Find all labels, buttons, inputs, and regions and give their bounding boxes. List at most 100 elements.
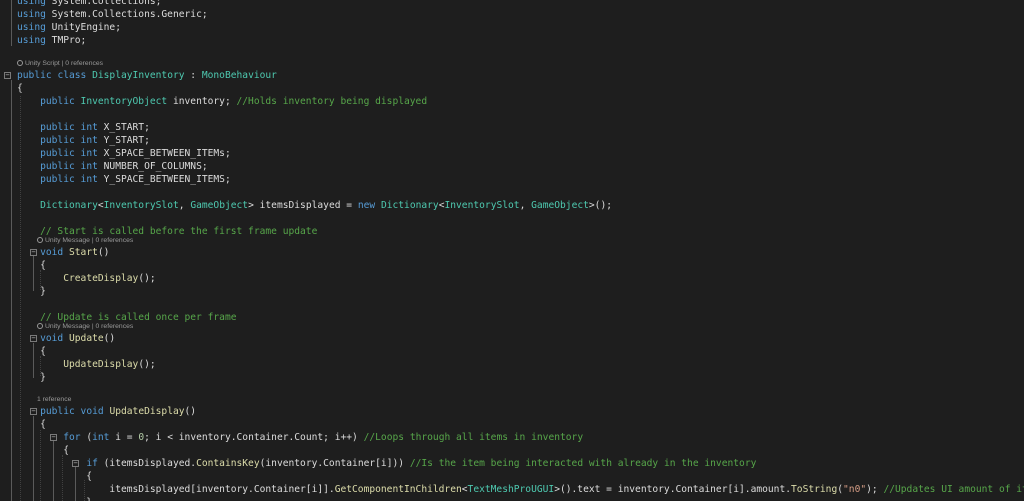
code-token: () bbox=[103, 333, 116, 344]
code-token: System.Collections; bbox=[45, 0, 162, 7]
code-token: void bbox=[40, 333, 64, 344]
code-token: public bbox=[40, 406, 75, 417]
code-line[interactable]: public int X_SPACE_BETWEEN_ITEMs; bbox=[17, 147, 231, 160]
codelens-text: Unity Message | 0 references bbox=[45, 237, 134, 244]
code-token: ( bbox=[80, 432, 93, 443]
code-token: public bbox=[40, 174, 75, 185]
code-token: } bbox=[17, 372, 46, 383]
code-token: ToString bbox=[791, 484, 838, 495]
code-token: ; i < inventory.Container.Count; i++) bbox=[144, 432, 364, 443]
indent-guide bbox=[20, 96, 21, 501]
code-token: TMPro; bbox=[45, 35, 87, 46]
indent-guide bbox=[40, 356, 41, 376]
code-line[interactable]: public void UpdateDisplay() bbox=[17, 405, 196, 418]
outline-line bbox=[33, 416, 34, 501]
code-line[interactable]: using TMPro; bbox=[17, 34, 86, 47]
code-token: GameObject bbox=[190, 200, 249, 211]
outline-line bbox=[53, 441, 54, 501]
code-token: for bbox=[63, 432, 81, 443]
code-line[interactable]: } bbox=[17, 371, 46, 384]
codelens-annotation[interactable]: 1 reference bbox=[37, 395, 71, 405]
code-token: //Is the item being interacted with alre… bbox=[409, 458, 757, 469]
code-token: (inventory.Container[i])) bbox=[259, 458, 410, 469]
code-token: > itemsDisplayed = bbox=[248, 200, 358, 211]
collapse-icon[interactable]: − bbox=[30, 335, 37, 342]
code-token: public bbox=[40, 161, 75, 172]
code-line[interactable]: CreateDisplay(); bbox=[17, 272, 155, 285]
codelens-annotation[interactable]: Unity Script | 0 references bbox=[17, 59, 103, 69]
code-token: (itemsDisplayed. bbox=[97, 458, 197, 469]
code-line[interactable]: using System.Collections.Generic; bbox=[17, 8, 208, 21]
code-line[interactable]: public class DisplayInventory : MonoBeha… bbox=[17, 69, 277, 82]
code-token: , bbox=[519, 200, 532, 211]
code-token: Dictionary bbox=[40, 200, 98, 211]
code-line[interactable]: using System.Collections; bbox=[17, 0, 161, 8]
code-token: DisplayInventory bbox=[92, 70, 185, 81]
code-token: (); bbox=[138, 359, 156, 370]
code-line[interactable]: Dictionary<InventorySlot, GameObject> it… bbox=[17, 199, 612, 212]
code-line[interactable]: public int NUMBER_OF_COLUMNS; bbox=[17, 160, 208, 173]
code-line[interactable]: { bbox=[17, 259, 46, 272]
code-token: CreateDisplay bbox=[63, 273, 139, 284]
code-token: { bbox=[17, 471, 93, 482]
code-token: int bbox=[80, 122, 98, 133]
code-token: Y_START; bbox=[97, 135, 150, 146]
code-token: { bbox=[17, 260, 46, 271]
code-token: } bbox=[17, 286, 46, 297]
code-token: //Loops through all items in inventory bbox=[363, 432, 584, 443]
code-token: UpdateDisplay bbox=[63, 359, 139, 370]
code-token: >(); bbox=[588, 200, 613, 211]
code-token: () bbox=[184, 406, 197, 417]
code-token: using bbox=[17, 9, 46, 20]
code-token: X_START; bbox=[97, 122, 150, 133]
code-token: } bbox=[17, 497, 92, 501]
code-line[interactable]: { bbox=[17, 82, 23, 95]
collapse-icon[interactable]: − bbox=[50, 434, 57, 441]
collapse-icon[interactable]: − bbox=[30, 249, 37, 256]
code-line[interactable]: UpdateDisplay(); bbox=[17, 358, 156, 371]
code-line[interactable]: { bbox=[17, 470, 92, 483]
code-line[interactable]: } bbox=[17, 496, 92, 501]
code-line[interactable]: public int X_START; bbox=[17, 121, 150, 134]
code-token: { bbox=[17, 83, 23, 94]
code-token: new bbox=[357, 200, 376, 211]
code-editor[interactable]: using System.Collections; using System.Co… bbox=[0, 0, 1024, 501]
codelens-annotation[interactable]: Unity Message | 0 references bbox=[37, 236, 133, 246]
codelens-annotation[interactable]: Unity Message | 0 references bbox=[37, 322, 133, 332]
code-line[interactable]: itemsDisplayed[inventory.Container[i]].G… bbox=[17, 483, 1024, 496]
code-line[interactable]: if (itemsDisplayed.ContainsKey(inventory… bbox=[17, 457, 756, 470]
code-token: public bbox=[40, 96, 75, 107]
code-token: using bbox=[17, 0, 46, 7]
code-line[interactable]: { bbox=[17, 418, 46, 431]
code-token: int bbox=[80, 148, 98, 159]
code-token: InventorySlot bbox=[444, 200, 520, 211]
codelens-text: Unity Message | 0 references bbox=[45, 323, 134, 330]
code-token: GetComponentInChildren bbox=[334, 484, 462, 495]
code-token: GameObject bbox=[531, 200, 589, 211]
code-token: public bbox=[40, 122, 75, 133]
code-line[interactable]: public InventoryObject inventory; //Hold… bbox=[17, 95, 427, 108]
code-line[interactable]: for (int i = 0; i < inventory.Container.… bbox=[17, 431, 583, 444]
code-token: public bbox=[40, 148, 75, 159]
code-token: , bbox=[178, 200, 191, 211]
code-token: InventorySlot bbox=[103, 200, 179, 211]
collapse-icon[interactable]: − bbox=[72, 460, 79, 467]
code-line[interactable]: using UnityEngine; bbox=[17, 21, 121, 34]
code-line[interactable]: public int Y_START; bbox=[17, 134, 150, 147]
code-token: ); bbox=[866, 484, 884, 495]
code-token: ContainsKey bbox=[196, 458, 260, 469]
codelens-text: Unity Script | 0 references bbox=[25, 60, 104, 67]
indent-guide bbox=[40, 430, 41, 501]
code-line[interactable]: } bbox=[17, 285, 46, 298]
code-token: >().text = inventory.Container[i].amount… bbox=[554, 484, 792, 495]
unity-icon bbox=[37, 323, 43, 329]
collapse-icon[interactable]: − bbox=[30, 408, 37, 415]
code-line[interactable]: { bbox=[17, 345, 46, 358]
code-line[interactable]: public int Y_SPACE_BETWEEN_ITEMS; bbox=[17, 173, 231, 186]
code-token: public bbox=[17, 70, 52, 81]
code-token: int bbox=[80, 135, 98, 146]
code-token: i = bbox=[109, 432, 139, 443]
outline-line bbox=[33, 256, 34, 291]
unity-icon bbox=[37, 237, 43, 243]
collapse-icon[interactable]: − bbox=[4, 72, 11, 79]
